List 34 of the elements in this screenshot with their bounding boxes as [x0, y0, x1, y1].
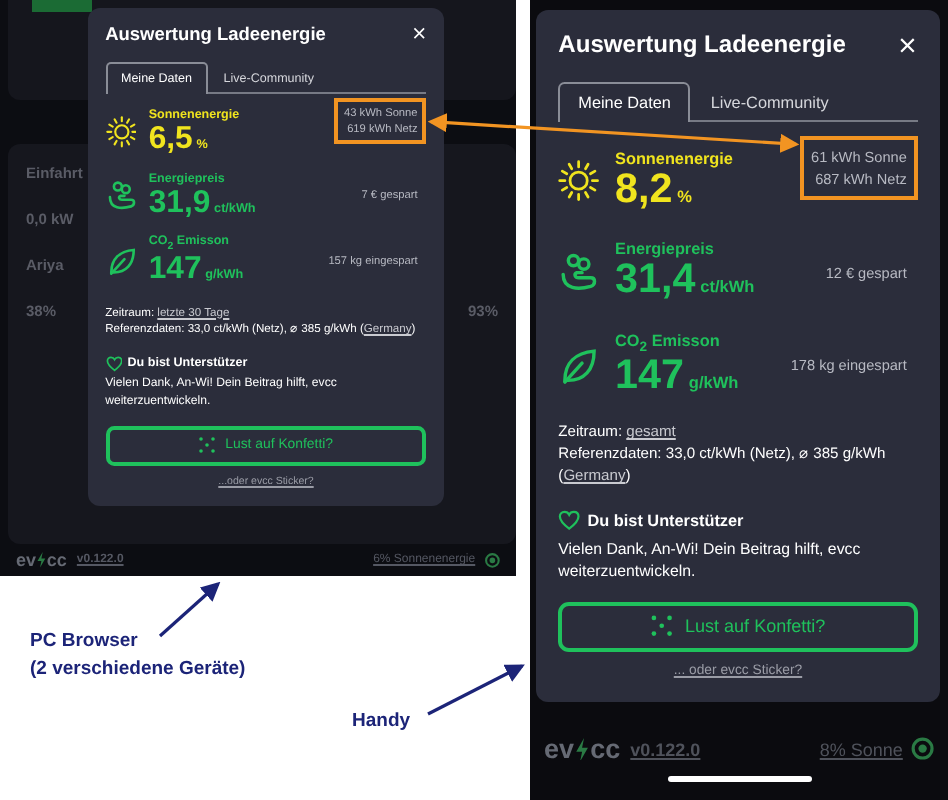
dialog-title: Auswertung Ladeenergie	[558, 30, 846, 59]
status-bar	[32, 0, 92, 12]
stat-value: 147 g/kWh	[615, 354, 741, 401]
close-icon[interactable]	[412, 26, 427, 42]
tab[interactable]: Live-Community	[690, 82, 849, 123]
leaf-icon	[105, 245, 137, 277]
pointer-arrow	[427, 664, 525, 716]
stat-value: 31,4 ct/kWh	[615, 258, 757, 305]
logo-text: ev	[16, 550, 37, 570]
logo-text: cc	[590, 734, 621, 764]
tab[interactable]: Meine Daten	[558, 82, 691, 123]
close-icon[interactable]	[898, 35, 918, 55]
sparkle-icon	[650, 614, 675, 639]
bolt-icon	[36, 552, 47, 568]
heart-icon	[105, 356, 123, 372]
home-indicator	[667, 776, 811, 782]
stat-title: CO$_{2}$ Emisson	[615, 331, 722, 355]
heart-icon	[558, 510, 581, 532]
pointer-arrow	[158, 581, 221, 638]
sparkle-icon	[198, 436, 217, 455]
stat-value: 8,2%	[615, 167, 693, 214]
confetti-button[interactable]: Lust auf Konfetti?	[558, 601, 918, 652]
hand-coin-icon	[558, 251, 600, 293]
stat-title: Sonnenenergie	[615, 149, 735, 168]
logo-text: ev	[544, 734, 575, 764]
stat-title: Energiepreis	[615, 240, 716, 259]
bolt-icon	[574, 737, 591, 761]
logo-text: cc	[46, 550, 67, 570]
leaf-icon	[558, 345, 600, 387]
hand-coin-icon	[105, 179, 137, 212]
annotation-label: PC Browser (2 verschiedene Geräte)	[30, 628, 248, 684]
dialog-title: Auswertung Ladeenergie	[105, 23, 326, 44]
annotation-label: Handy	[352, 707, 413, 735]
supporter-title: Du bist Unterstützer	[587, 512, 744, 531]
